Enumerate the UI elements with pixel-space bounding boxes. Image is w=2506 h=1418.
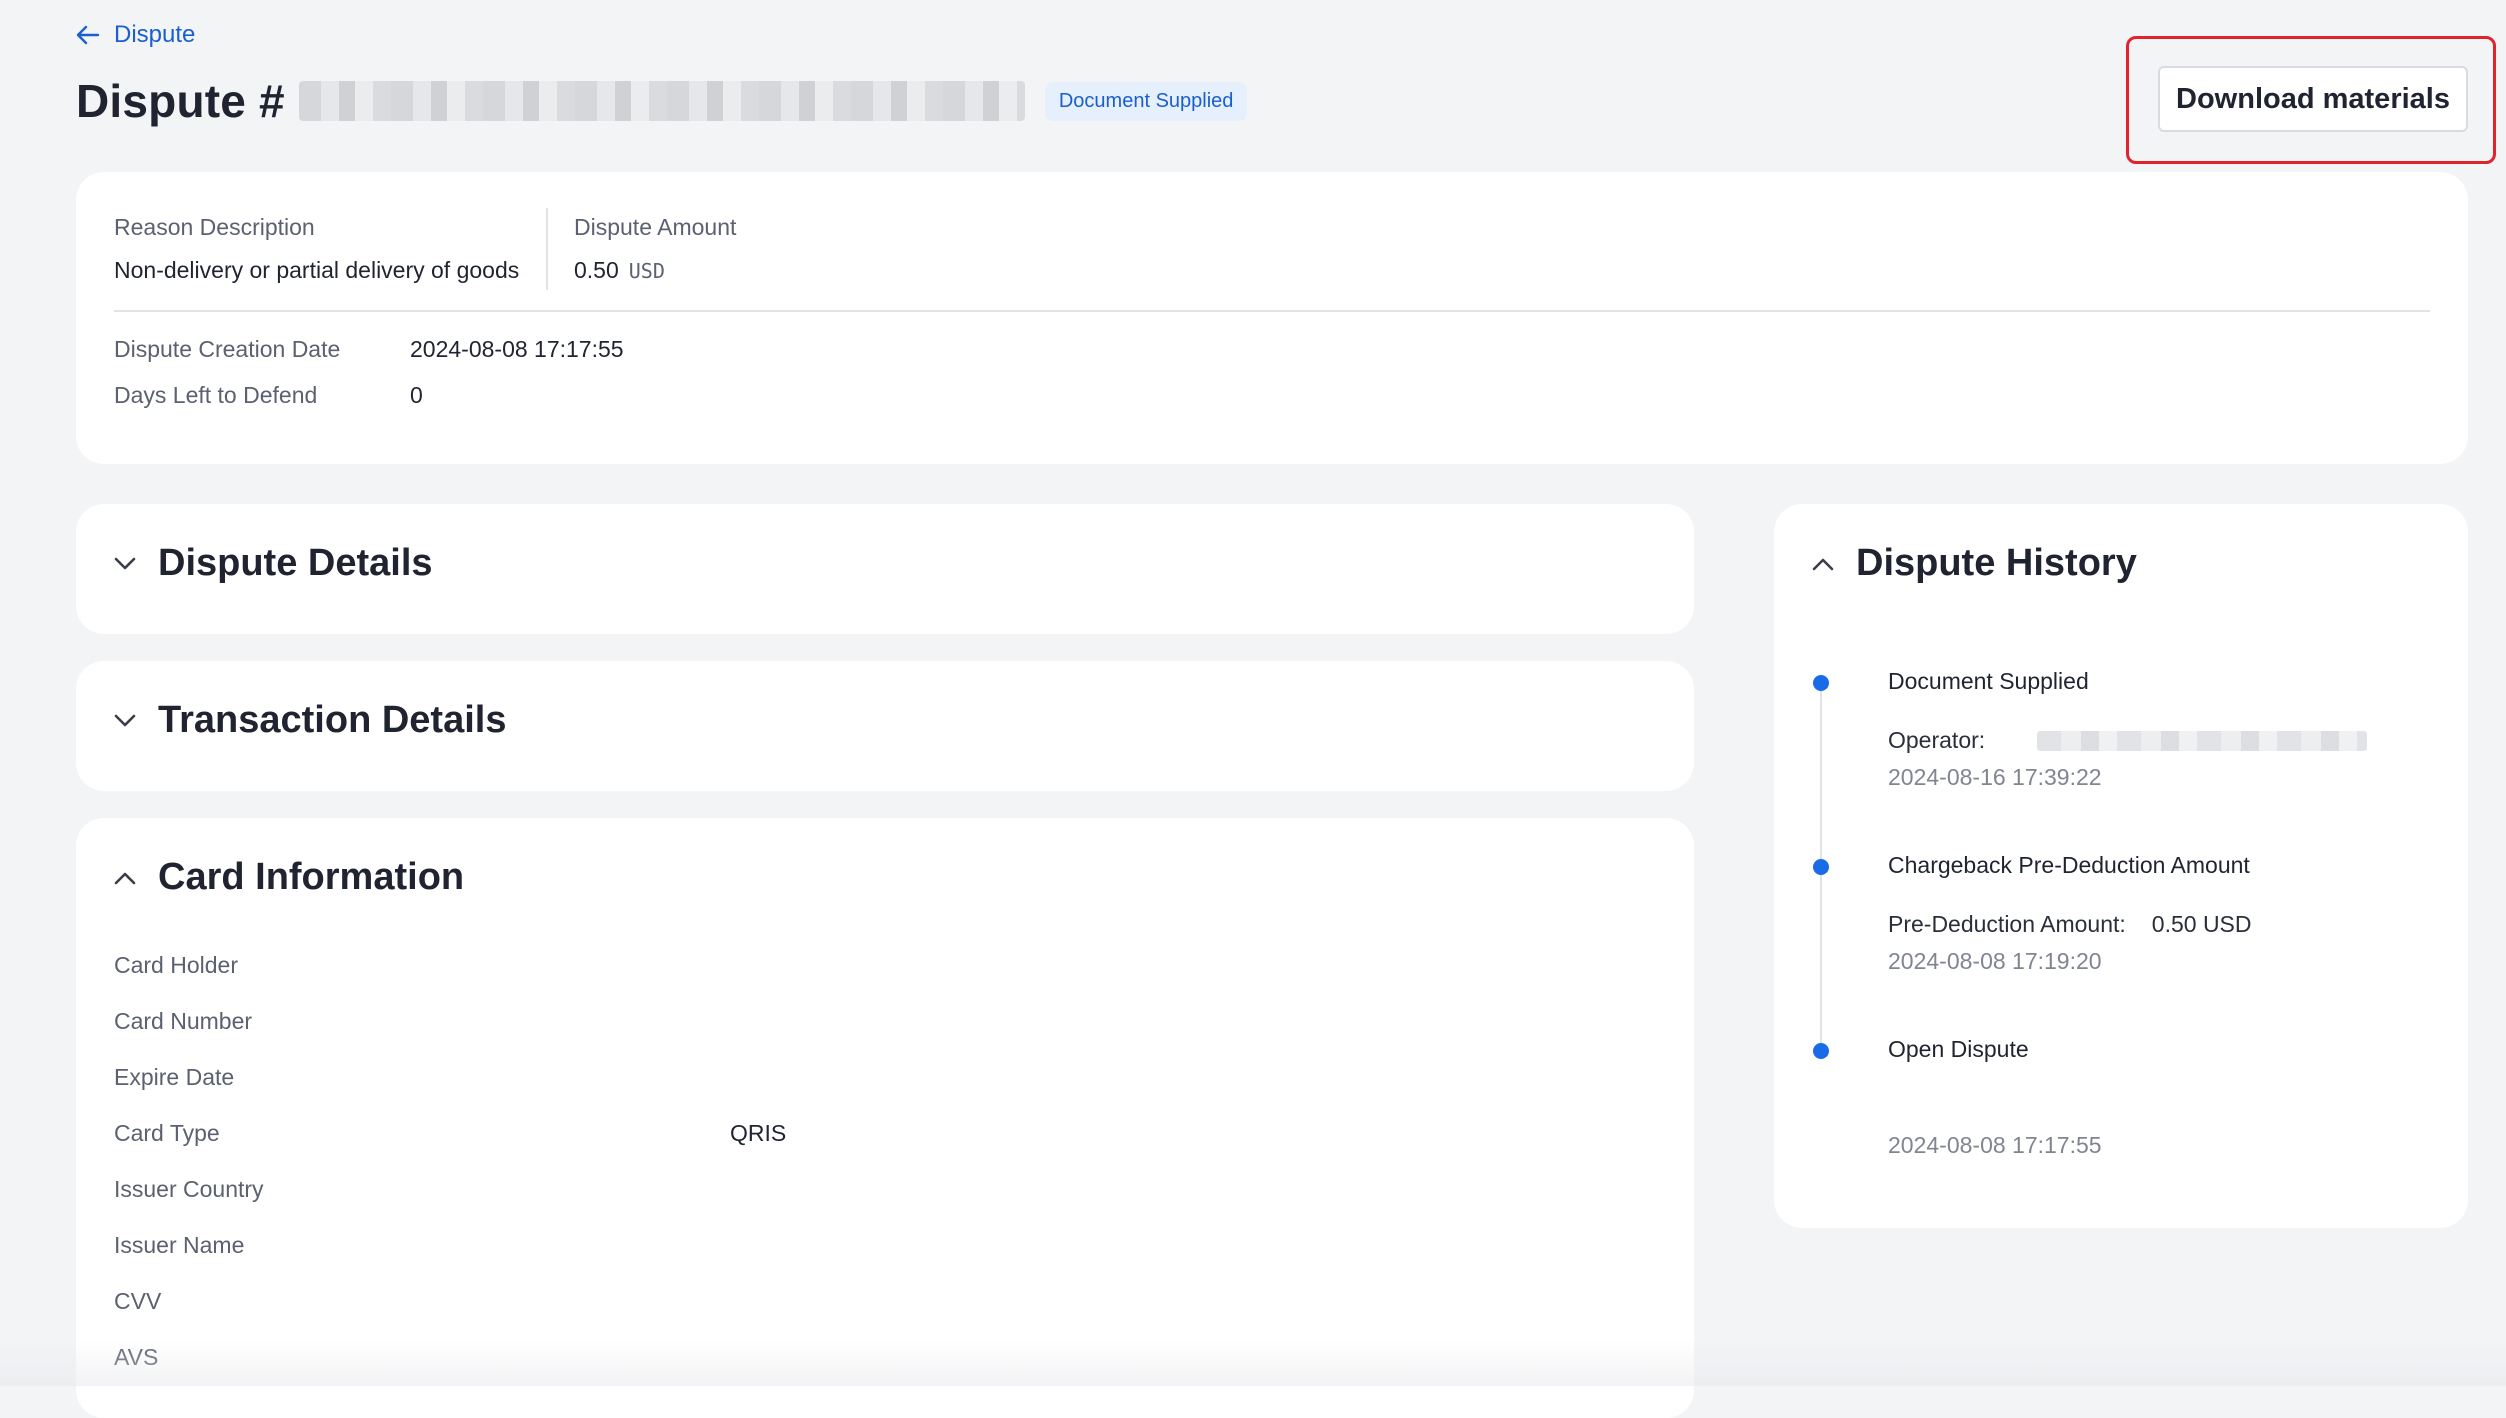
redacted-operator-name (2037, 730, 2368, 751)
summary-divider-horizontal (114, 310, 2430, 312)
transaction-details-title: Transaction Details (158, 699, 507, 741)
dispute-details-title: Dispute Details (158, 542, 433, 584)
days-left-label: Days Left to Defend (114, 382, 318, 408)
card-number-label: Card Number (114, 1008, 253, 1034)
days-left-value: 0 (410, 382, 423, 408)
reason-description-value: Non-delivery or partial delivery of good… (114, 257, 520, 283)
timeline-dot (1813, 675, 1829, 691)
back-link-label: Dispute (114, 21, 196, 48)
timeline-event-detail: Operator: (1888, 727, 2368, 754)
timeline-event-time: 2024-08-16 17:39:22 (1888, 764, 2102, 790)
timeline-event-title: Document Supplied (1888, 668, 2089, 694)
chevron-down-icon (114, 714, 136, 726)
dispute-amount: 0.50 USD (574, 257, 665, 284)
summary-divider-vertical (546, 208, 548, 290)
chevron-up-icon (114, 872, 136, 884)
avs-label: AVS (114, 1344, 159, 1370)
cvv-label: CVV (114, 1288, 162, 1314)
transaction-details-card: Transaction Details (76, 661, 1694, 791)
download-materials-button[interactable]: Download materials (2158, 66, 2468, 132)
dispute-details-toggle[interactable]: Dispute Details (114, 542, 433, 585)
dispute-amount-label: Dispute Amount (574, 214, 737, 240)
transaction-details-toggle[interactable]: Transaction Details (114, 699, 506, 742)
card-type-label: Card Type (114, 1120, 220, 1146)
back-link[interactable]: Dispute (76, 18, 195, 52)
redacted-dispute-id (298, 81, 1025, 121)
dispute-summary-card: Reason Description Non-delivery or parti… (76, 172, 2468, 464)
card-information-toggle[interactable]: Card Information (114, 856, 464, 899)
card-type-value: QRIS (730, 1120, 787, 1146)
dispute-details-card: Dispute Details (76, 504, 1694, 634)
dispute-amount-currency: USD (628, 259, 665, 283)
page-header: Dispute # Document Supplied (76, 66, 1248, 136)
creation-date-label: Dispute Creation Date (114, 336, 341, 362)
timeline-dot (1813, 859, 1829, 875)
chevron-down-icon (114, 557, 136, 569)
timeline-dot (1813, 1043, 1829, 1059)
timeline-event-title: Chargeback Pre-Deduction Amount (1888, 852, 2250, 878)
dispute-history-toggle[interactable]: Dispute History (1812, 542, 2137, 585)
expire-date-label: Expire Date (114, 1064, 235, 1090)
arrow-left-icon (76, 25, 100, 45)
page-title: Dispute # (76, 75, 285, 127)
chevron-up-icon (1812, 558, 1834, 570)
issuer-country-label: Issuer Country (114, 1176, 264, 1202)
operator-label: Operator: (1888, 727, 1986, 753)
dispute-history-title: Dispute History (1856, 542, 2137, 584)
pre-deduction-label: Pre-Deduction Amount: (1888, 911, 2126, 937)
issuer-name-label: Issuer Name (114, 1232, 245, 1258)
pre-deduction-value: 0.50 USD (2151, 911, 2252, 937)
reason-description-label: Reason Description (114, 214, 315, 240)
timeline-event-time: 2024-08-08 17:17:55 (1888, 1132, 2102, 1158)
card-information-card: Card Information Card Holder Card Number… (76, 818, 1694, 1418)
timeline-event-title: Open Dispute (1888, 1036, 2029, 1062)
creation-date-value: 2024-08-08 17:17:55 (410, 336, 624, 362)
timeline-event-time: 2024-08-08 17:19:20 (1888, 948, 2102, 974)
status-badge: Document Supplied (1044, 81, 1248, 121)
timeline-event-detail: Pre-Deduction Amount: 0.50 USD (1888, 911, 2252, 938)
card-holder-label: Card Holder (114, 952, 238, 978)
dispute-history-card: Dispute History Document Supplied Operat… (1774, 504, 2468, 1228)
dispute-amount-value: 0.50 (574, 257, 619, 283)
card-information-title: Card Information (158, 856, 465, 898)
